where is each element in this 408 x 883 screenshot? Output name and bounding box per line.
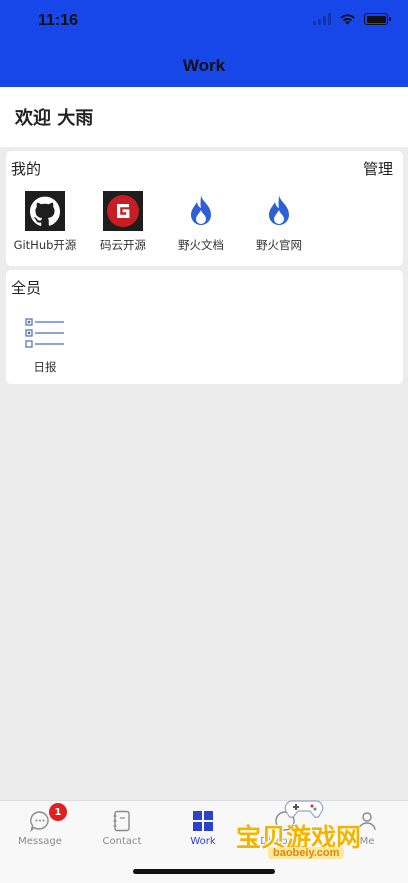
status-time: 11:16 [38, 12, 79, 29]
page-title: Work [182, 55, 226, 75]
tab-label: Message [18, 836, 62, 847]
gitee-icon [103, 191, 143, 231]
app-label: 野火官网 [256, 238, 302, 252]
app-wildfire-website[interactable]: 野火官网 [240, 191, 318, 253]
app-label: 日报 [33, 360, 57, 374]
status-icons [313, 13, 391, 25]
all-staff-section: 全员 日报 [6, 270, 403, 384]
tab-message[interactable]: 1 Message [0, 803, 80, 847]
mine-app-grid: GitHub开源 码云开源 野火文档 野火官网 [6, 191, 403, 253]
app-label: GitHub开源 [13, 238, 77, 252]
app-label: 野火文档 [178, 238, 224, 252]
status-bar: 11:16 [0, 0, 408, 44]
tab-label: Contact [102, 836, 142, 847]
app-daily-report[interactable]: 日报 [6, 313, 84, 375]
unread-badge: 1 [49, 803, 67, 821]
mine-section-title: 我的 [11, 160, 42, 178]
work-grid-icon [191, 809, 215, 833]
all-staff-app-grid: 日报 [6, 313, 403, 375]
checklist-icon [25, 313, 65, 353]
contact-icon [110, 809, 134, 833]
tab-label: Work [190, 836, 216, 847]
tab-work[interactable]: Work [163, 809, 243, 847]
github-icon [25, 191, 65, 231]
app-gitee-open-source[interactable]: 码云开源 [84, 191, 162, 253]
me-icon [355, 809, 379, 833]
welcome-banner: 欢迎 大雨 [0, 87, 408, 147]
mine-section: 我的 管理 GitHub开源 码云开源 野火文档 野火官网 [6, 151, 403, 266]
all-staff-section-title: 全员 [11, 279, 42, 297]
tab-label: Discovery [260, 836, 310, 847]
fire-icon [181, 191, 221, 231]
fire-icon [259, 191, 299, 231]
navigation-bar: Work [0, 44, 408, 87]
cellular-signal-icon [313, 13, 331, 25]
home-indicator [133, 869, 275, 874]
welcome-text: 欢迎 大雨 [15, 108, 94, 129]
mine-section-header: 我的 管理 [6, 151, 403, 183]
app-github-open-source[interactable]: GitHub开源 [6, 191, 84, 253]
all-staff-section-header: 全员 [6, 270, 403, 302]
wifi-icon [340, 14, 355, 25]
manage-button[interactable]: 管理 [363, 158, 393, 179]
tab-me[interactable]: Me [327, 809, 407, 847]
tab-discovery[interactable]: Discovery [245, 809, 325, 847]
battery-icon [364, 13, 391, 25]
tab-label: Me [359, 836, 375, 847]
app-wildfire-docs[interactable]: 野火文档 [162, 191, 240, 253]
discovery-icon [273, 809, 297, 833]
app-label: 码云开源 [100, 238, 146, 252]
tab-contact[interactable]: Contact [82, 809, 162, 847]
